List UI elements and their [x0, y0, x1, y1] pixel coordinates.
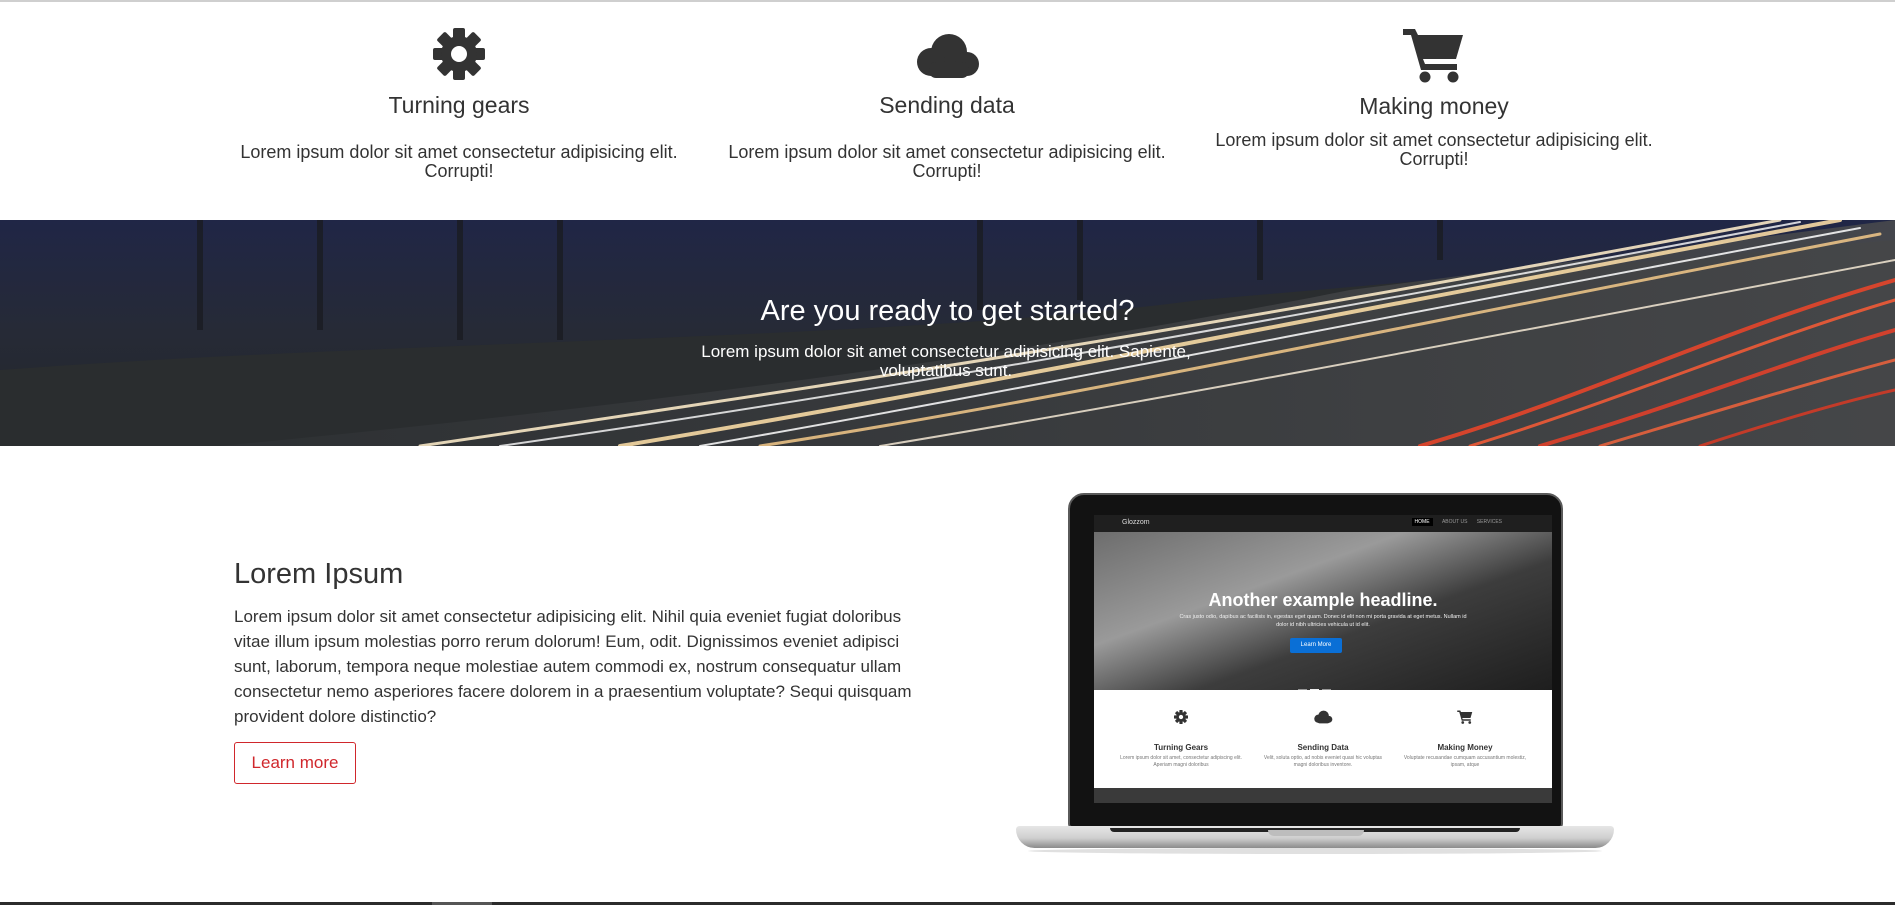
screen-features: Turning Gears Lorem ipsum dolor sit amet… — [1094, 690, 1552, 788]
laptop-shadow — [1028, 848, 1602, 854]
about-title: Lorem Ipsum — [234, 558, 404, 590]
feature-title: Making money — [1359, 93, 1509, 119]
cta-banner: Are you ready to get started? Lorem ipsu… — [0, 220, 1895, 446]
learn-more-button[interactable]: Learn more — [234, 742, 356, 784]
screen-feature: Turning Gears Lorem ipsum dolor sit amet… — [1116, 710, 1246, 769]
feature-text: Lorem ipsum dolor sit amet consectetur a… — [728, 142, 1166, 181]
cloud-icon — [917, 34, 979, 78]
screen-subtext: Cras justo odio, dapibus ac facilisis in… — [1179, 614, 1467, 628]
about-text: Lorem ipsum dolor sit amet consectetur a… — [234, 607, 912, 726]
feature-text: Lorem ipsum dolor sit amet consectetur a… — [240, 142, 678, 181]
gear-icon — [433, 28, 485, 80]
features-section: Turning gears Lorem ipsum dolor sit amet… — [0, 2, 1895, 220]
banner-title: Are you ready to get started? — [760, 295, 1135, 327]
screen-menu-item: SERVICES — [1476, 519, 1502, 525]
banner-text: Lorem ipsum dolor sit amet consectetur a… — [701, 342, 1191, 380]
screen-feature-title: Making Money — [1437, 743, 1493, 752]
feature-title: Sending data — [879, 92, 1015, 118]
screen-feature-title: Turning Gears — [1153, 743, 1209, 752]
feature-title: Turning gears — [388, 92, 530, 118]
screen-feature: Sending Data Velit, soluta optio, ad nob… — [1258, 710, 1388, 769]
screen-menu-item: ABOUT US — [1441, 519, 1468, 525]
screen-feature-title: Sending Data — [1297, 743, 1349, 752]
laptop-notch — [1268, 830, 1364, 836]
screen-menu-item: HOME — [1411, 518, 1433, 526]
shopping-cart-icon — [1403, 29, 1463, 83]
screen-feature-text: Velit, soluta optio, ad nobis eveniet qu… — [1263, 755, 1383, 768]
feature-text: Lorem ipsum dolor sit amet consectetur a… — [1215, 130, 1653, 169]
laptop-screen: Glozzom HOME ABOUT US SERVICES Another e… — [1094, 515, 1552, 803]
screen-navbar: Glozzom HOME ABOUT US SERVICES — [1094, 515, 1552, 532]
screen-menu: HOME ABOUT US SERVICES — [1404, 518, 1502, 526]
banner-background-image — [0, 220, 1895, 446]
screen-headline: Another example headline. — [1208, 590, 1438, 610]
laptop-mockup-image: Glozzom HOME ABOUT US SERVICES Another e… — [1010, 490, 1620, 865]
shopping-cart-icon — [1457, 710, 1473, 724]
screen-feature: Making Money Voluptate recusandae cumqua… — [1400, 710, 1530, 769]
screen-brand: Glozzom — [1122, 519, 1150, 526]
screen-hero: Another example headline. Cras justo odi… — [1094, 532, 1552, 691]
screen-feature-text: Voluptate recusandae cumquam accusantium… — [1403, 755, 1527, 768]
screen-bottom-strip — [1094, 788, 1552, 803]
gear-icon — [1174, 710, 1188, 724]
screen-feature-text: Lorem ipsum dolor sit amet, consectetur … — [1120, 755, 1242, 768]
screen-learn-more-button: Learn More — [1290, 638, 1342, 653]
cloud-icon — [1314, 710, 1333, 724]
